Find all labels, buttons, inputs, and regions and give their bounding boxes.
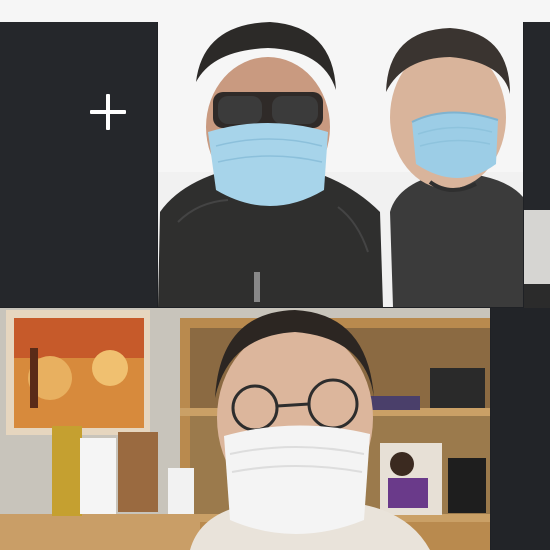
video-feed-top[interactable] <box>158 22 523 307</box>
plus-icon[interactable] <box>88 92 128 132</box>
poster <box>6 310 150 435</box>
side-tile-top <box>524 22 550 210</box>
video-frame-bottom <box>0 308 490 550</box>
video-feed-bottom[interactable] <box>0 308 490 550</box>
window-top-bar <box>0 0 550 22</box>
side-tile-bottom <box>491 308 550 550</box>
video-frame-top <box>158 22 523 307</box>
empty-participant-tile <box>0 22 157 307</box>
side-tile-preview[interactable] <box>524 210 550 308</box>
